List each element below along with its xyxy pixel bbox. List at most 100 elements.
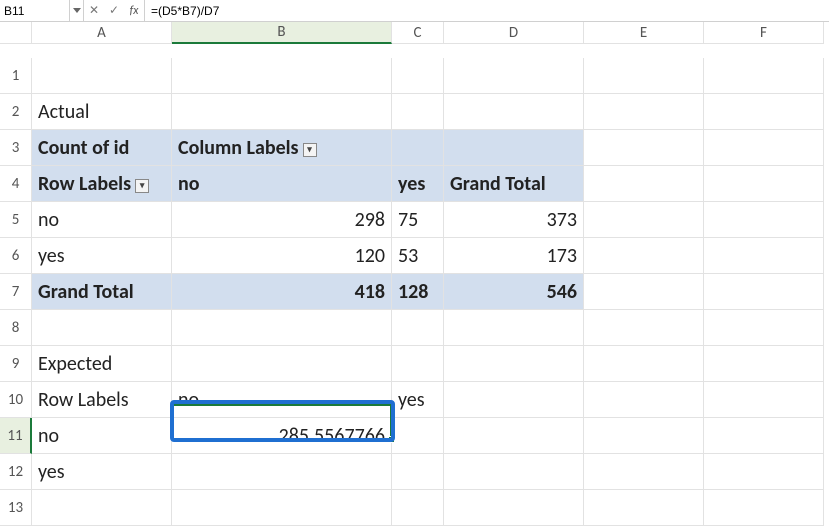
row-header-13[interactable]: 13 xyxy=(0,490,32,526)
cell-B9[interactable] xyxy=(172,346,392,382)
cell-D10[interactable] xyxy=(444,382,584,418)
cell-C2[interactable] xyxy=(392,94,444,130)
cell-E4[interactable] xyxy=(584,166,704,202)
cell-B10[interactable]: no xyxy=(172,382,392,418)
cell-A2[interactable]: Actual xyxy=(32,94,172,130)
cell-A11[interactable]: no xyxy=(32,418,172,454)
row-header-11[interactable]: 11 xyxy=(0,418,32,454)
cell-C7[interactable]: 128 xyxy=(392,274,444,310)
cell-A8[interactable] xyxy=(32,310,172,346)
cell-F1[interactable] xyxy=(704,58,824,94)
cell-A4[interactable]: Row Labels ▾ xyxy=(32,166,172,202)
cell-F5[interactable] xyxy=(704,202,824,238)
cell-F11[interactable] xyxy=(704,418,824,454)
cell-D2[interactable] xyxy=(444,94,584,130)
cell-D3[interactable] xyxy=(444,130,584,166)
cell-C3[interactable] xyxy=(392,130,444,166)
col-header-B[interactable]: B xyxy=(172,22,392,44)
cell-C6[interactable]: 53 xyxy=(392,238,444,274)
cell-E8[interactable] xyxy=(584,310,704,346)
cell-E5[interactable] xyxy=(584,202,704,238)
row-header-12[interactable]: 12 xyxy=(0,454,32,490)
cell-C12[interactable] xyxy=(392,454,444,490)
cell-B13[interactable] xyxy=(172,490,392,526)
cell-C9[interactable] xyxy=(392,346,444,382)
row-header-1[interactable]: 1 xyxy=(0,58,32,94)
cell-B4[interactable]: no xyxy=(172,166,392,202)
col-header-C[interactable]: C xyxy=(392,22,444,44)
cell-D9[interactable] xyxy=(444,346,584,382)
cell-A1[interactable] xyxy=(32,58,172,94)
cell-F12[interactable] xyxy=(704,454,824,490)
cell-E6[interactable] xyxy=(584,238,704,274)
cell-B2[interactable] xyxy=(172,94,392,130)
cell-A9[interactable]: Expected xyxy=(32,346,172,382)
cell-B12[interactable] xyxy=(172,454,392,490)
cell-B11[interactable]: 285.5567766 xyxy=(172,418,392,454)
cell-A7[interactable]: Grand Total xyxy=(32,274,172,310)
cell-B6[interactable]: 120 xyxy=(172,238,392,274)
row-header-10[interactable]: 10 xyxy=(0,382,32,418)
cell-A5[interactable]: no xyxy=(32,202,172,238)
name-box[interactable] xyxy=(0,0,70,21)
row-header-7[interactable]: 7 xyxy=(0,274,32,310)
cell-D8[interactable] xyxy=(444,310,584,346)
cell-A6[interactable]: yes xyxy=(32,238,172,274)
row-header-9[interactable]: 9 xyxy=(0,346,32,382)
col-header-F[interactable]: F xyxy=(704,22,824,44)
cell-E9[interactable] xyxy=(584,346,704,382)
cell-F9[interactable] xyxy=(704,346,824,382)
cell-C8[interactable] xyxy=(392,310,444,346)
cell-F4[interactable] xyxy=(704,166,824,202)
cell-E10[interactable] xyxy=(584,382,704,418)
row-header-3[interactable]: 3 xyxy=(0,130,32,166)
cell-C1[interactable] xyxy=(392,58,444,94)
cell-C11[interactable] xyxy=(392,418,444,454)
fx-icon[interactable]: fx xyxy=(124,0,144,21)
cell-C4[interactable]: yes xyxy=(392,166,444,202)
row-header-8[interactable]: 8 xyxy=(0,310,32,346)
cell-C13[interactable] xyxy=(392,490,444,526)
cell-C10[interactable]: yes xyxy=(392,382,444,418)
cell-D1[interactable] xyxy=(444,58,584,94)
cell-F13[interactable] xyxy=(704,490,824,526)
cell-D7[interactable]: 546 xyxy=(444,274,584,310)
cell-F3[interactable] xyxy=(704,130,824,166)
cell-F8[interactable] xyxy=(704,310,824,346)
cell-E12[interactable] xyxy=(584,454,704,490)
cell-F6[interactable] xyxy=(704,238,824,274)
select-all-corner[interactable] xyxy=(0,22,32,44)
row-labels-dropdown-icon[interactable]: ▾ xyxy=(135,179,149,193)
cell-D6[interactable]: 173 xyxy=(444,238,584,274)
row-header-4[interactable]: 4 xyxy=(0,166,32,202)
cell-B5[interactable]: 298 xyxy=(172,202,392,238)
row-header-5[interactable]: 5 xyxy=(0,202,32,238)
enter-icon[interactable]: ✓ xyxy=(104,0,124,21)
cell-D11[interactable] xyxy=(444,418,584,454)
cell-D12[interactable] xyxy=(444,454,584,490)
cell-A13[interactable] xyxy=(32,490,172,526)
cell-B3[interactable]: Column Labels ▾ xyxy=(172,130,392,166)
cancel-icon[interactable]: ✕ xyxy=(84,0,104,21)
cell-F2[interactable] xyxy=(704,94,824,130)
cell-B8[interactable] xyxy=(172,310,392,346)
cell-E3[interactable] xyxy=(584,130,704,166)
row-header-2[interactable]: 2 xyxy=(0,94,32,130)
name-box-dropdown[interactable] xyxy=(70,0,84,21)
column-labels-dropdown-icon[interactable]: ▾ xyxy=(303,143,317,157)
cell-D4[interactable]: Grand Total xyxy=(444,166,584,202)
col-header-E[interactable]: E xyxy=(584,22,704,44)
cell-B1[interactable] xyxy=(172,58,392,94)
cell-F10[interactable] xyxy=(704,382,824,418)
cell-E7[interactable] xyxy=(584,274,704,310)
cell-A10[interactable]: Row Labels xyxy=(32,382,172,418)
cell-E2[interactable] xyxy=(584,94,704,130)
cell-E11[interactable] xyxy=(584,418,704,454)
cell-F7[interactable] xyxy=(704,274,824,310)
cell-E13[interactable] xyxy=(584,490,704,526)
formula-input[interactable] xyxy=(144,0,829,21)
row-header-6[interactable]: 6 xyxy=(0,238,32,274)
cell-C5[interactable]: 75 xyxy=(392,202,444,238)
col-header-A[interactable]: A xyxy=(32,22,172,44)
cell-A12[interactable]: yes xyxy=(32,454,172,490)
